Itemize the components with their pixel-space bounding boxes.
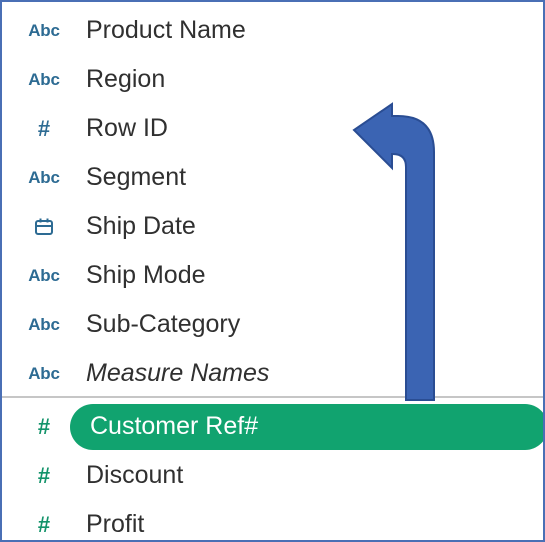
data-pane-field-list: Abc Product Name Abc Region # Row ID Abc…: [0, 0, 545, 542]
curved-arrow-up-left-icon: [352, 102, 435, 401]
